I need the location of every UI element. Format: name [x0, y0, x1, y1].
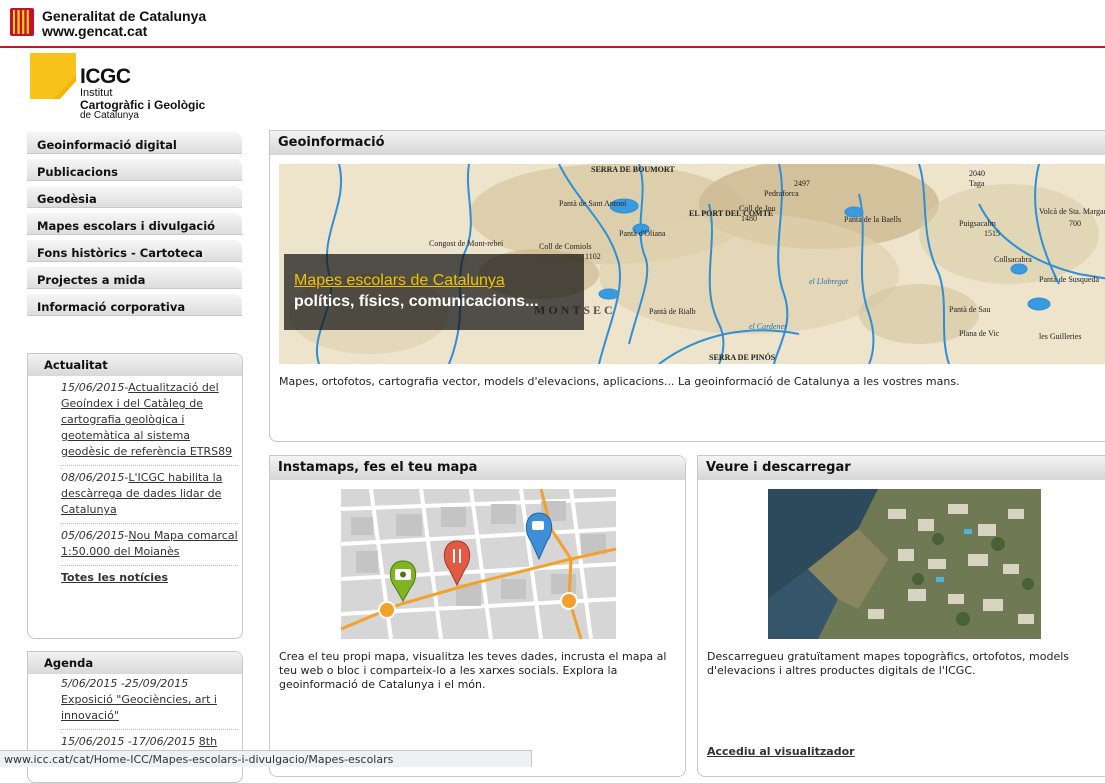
- agenda-date: 15/06/2015 -17/06/2015: [61, 735, 196, 748]
- map-label: 1515: [984, 229, 1000, 238]
- map-label: Pantà de Sant Antoni: [559, 199, 627, 208]
- map-label: Collsacabra: [994, 255, 1032, 264]
- download-description: Descarregueu gratuïtament mapes topogràf…: [707, 650, 1070, 677]
- nav-item-publicacions[interactable]: Publicacions: [27, 159, 242, 181]
- news-date: 08/06/2015: [61, 471, 125, 484]
- nav-item-geodesia[interactable]: Geodèsia: [27, 186, 242, 208]
- gencat-name[interactable]: Generalitat de Catalunya: [42, 9, 206, 24]
- download-panel: Veure i descarregar Descarregueu gratuït…: [697, 455, 1105, 777]
- instamaps-panel: Instamaps, fes el teu mapa Crea el teu p…: [269, 455, 686, 777]
- map-label: 700: [1069, 219, 1081, 228]
- gencat-url[interactable]: www.gencat.cat: [42, 24, 147, 39]
- banner-subtitle: polítics, físics, comunicacions...: [294, 293, 539, 310]
- news-item: 08/06/2015-L'ICGC habilita la descàrrega…: [61, 466, 238, 524]
- news-title: Actualitat: [28, 354, 242, 376]
- gencat-header: Generalitat de Catalunya www.gencat.cat: [0, 0, 1105, 48]
- news-date: 15/06/2015: [61, 381, 125, 394]
- banner-overlay: Mapes escolars de Catalunya polítics, fí…: [284, 254, 584, 330]
- map-label: Pantà de la Baells: [844, 215, 901, 224]
- instamaps-description: Crea el teu propi mapa, visualitza les t…: [279, 650, 667, 691]
- map-label: Puigsacalm: [959, 219, 997, 228]
- map-label: Plana de Vic: [959, 329, 1000, 338]
- nav-item-geoinformacio[interactable]: Geoinformació digital: [27, 132, 242, 154]
- map-label: Congost de Mont-rebei: [429, 239, 504, 248]
- nav-item-fons-historics[interactable]: Fons històrics - Cartoteca: [27, 240, 242, 262]
- map-label: el Cardener: [749, 322, 788, 331]
- instamaps-map-image[interactable]: [341, 489, 616, 639]
- icgc-logo-mark-icon: [30, 53, 76, 99]
- agenda-title: Agenda: [28, 652, 242, 674]
- banner-link[interactable]: Mapes escolars de Catalunya: [294, 272, 505, 290]
- gencat-shield-icon[interactable]: [10, 8, 34, 36]
- nav-item-informacio-corporativa[interactable]: Informació corporativa: [27, 294, 242, 316]
- map-label: Taga: [969, 179, 985, 188]
- news-item: 15/06/2015-Actualització del Geoíndex i …: [61, 376, 238, 466]
- geoinfo-description: Mapes, ortofotos, cartografia vector, mo…: [279, 375, 960, 388]
- map-label: Coll de Jou: [739, 204, 775, 213]
- agenda-item: 5/06/2015 -25/09/2015 Exposició "Geocièn…: [61, 674, 238, 730]
- agenda-link[interactable]: 8th: [199, 735, 217, 748]
- map-label: Volcà de Sta. Margarida: [1039, 207, 1105, 216]
- icgc-name-line3: de Catalunya: [80, 110, 139, 121]
- status-bar-url: www.icc.cat/cat/Home-ICC/Mapes-escolars-…: [0, 750, 532, 767]
- icgc-logo[interactable]: ICGC Institut Cartogràfic i Geològic de …: [30, 53, 230, 123]
- map-label: 1102: [585, 252, 601, 261]
- instamaps-title: Instamaps, fes el teu mapa: [270, 456, 685, 480]
- map-label: les Guilleries: [1039, 332, 1081, 341]
- map-label: Pantà d'Oliana: [619, 229, 666, 238]
- agenda-link[interactable]: Exposició "Geociències, art i innovació": [61, 693, 217, 722]
- map-label: Coll de Comiols: [539, 242, 591, 251]
- news-item: 05/06/2015-Nou Mapa comarcal 1:50.000 de…: [61, 524, 238, 566]
- news-date: 05/06/2015: [61, 529, 125, 542]
- map-label: Pantà de Sau: [949, 305, 990, 314]
- map-label: SERRA DE PINÓS: [709, 352, 776, 362]
- news-box: Actualitat 15/06/2015-Actualització del …: [27, 353, 243, 639]
- geoinfo-banner[interactable]: SERRA DE BOUMORT Pantà de Sant Antoni EL…: [279, 164, 1105, 364]
- agenda-date: 5/06/2015 -25/09/2015: [61, 677, 189, 690]
- map-label: 1480: [741, 214, 757, 223]
- map-label: Pedraforca: [764, 189, 799, 198]
- geoinfo-panel: Geoinformació SERRA DE BOUMORT Pantà de …: [269, 130, 1105, 442]
- map-label: Pantà de Susqueda: [1039, 275, 1099, 284]
- geoinfo-title: Geoinformació: [270, 131, 1105, 155]
- orthophoto-image[interactable]: [768, 489, 1041, 639]
- map-label: 2040: [969, 169, 985, 178]
- map-label: 2497: [794, 179, 810, 188]
- map-label: SERRA DE BOUMORT: [591, 165, 675, 174]
- icgc-abbr: ICGC: [80, 65, 131, 88]
- all-news-link[interactable]: Totes les notícies: [61, 566, 242, 584]
- visualizer-link[interactable]: Accediu al visualitzador: [707, 745, 855, 758]
- left-nav: Geoinformació digital Publicacions Geodè…: [27, 132, 242, 321]
- nav-item-mapes-escolars[interactable]: Mapes escolars i divulgació: [27, 213, 242, 235]
- download-title: Veure i descarregar: [698, 456, 1105, 480]
- map-label: el Llobregat: [809, 277, 849, 286]
- map-label: Pantà de Rialb: [649, 307, 696, 316]
- nav-item-projectes[interactable]: Projectes a mida: [27, 267, 242, 289]
